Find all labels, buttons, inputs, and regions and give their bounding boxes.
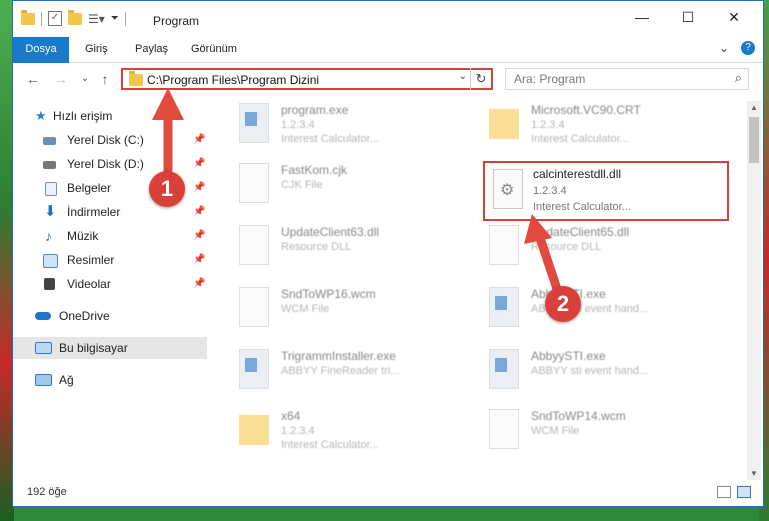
step-2-badge: 2 [545,286,581,322]
step-1-badge: 1 [149,171,185,207]
annotation-arrows [152,88,563,297]
arrow-to-address-bar [152,88,184,175]
arrow-to-dll-file [524,214,563,297]
